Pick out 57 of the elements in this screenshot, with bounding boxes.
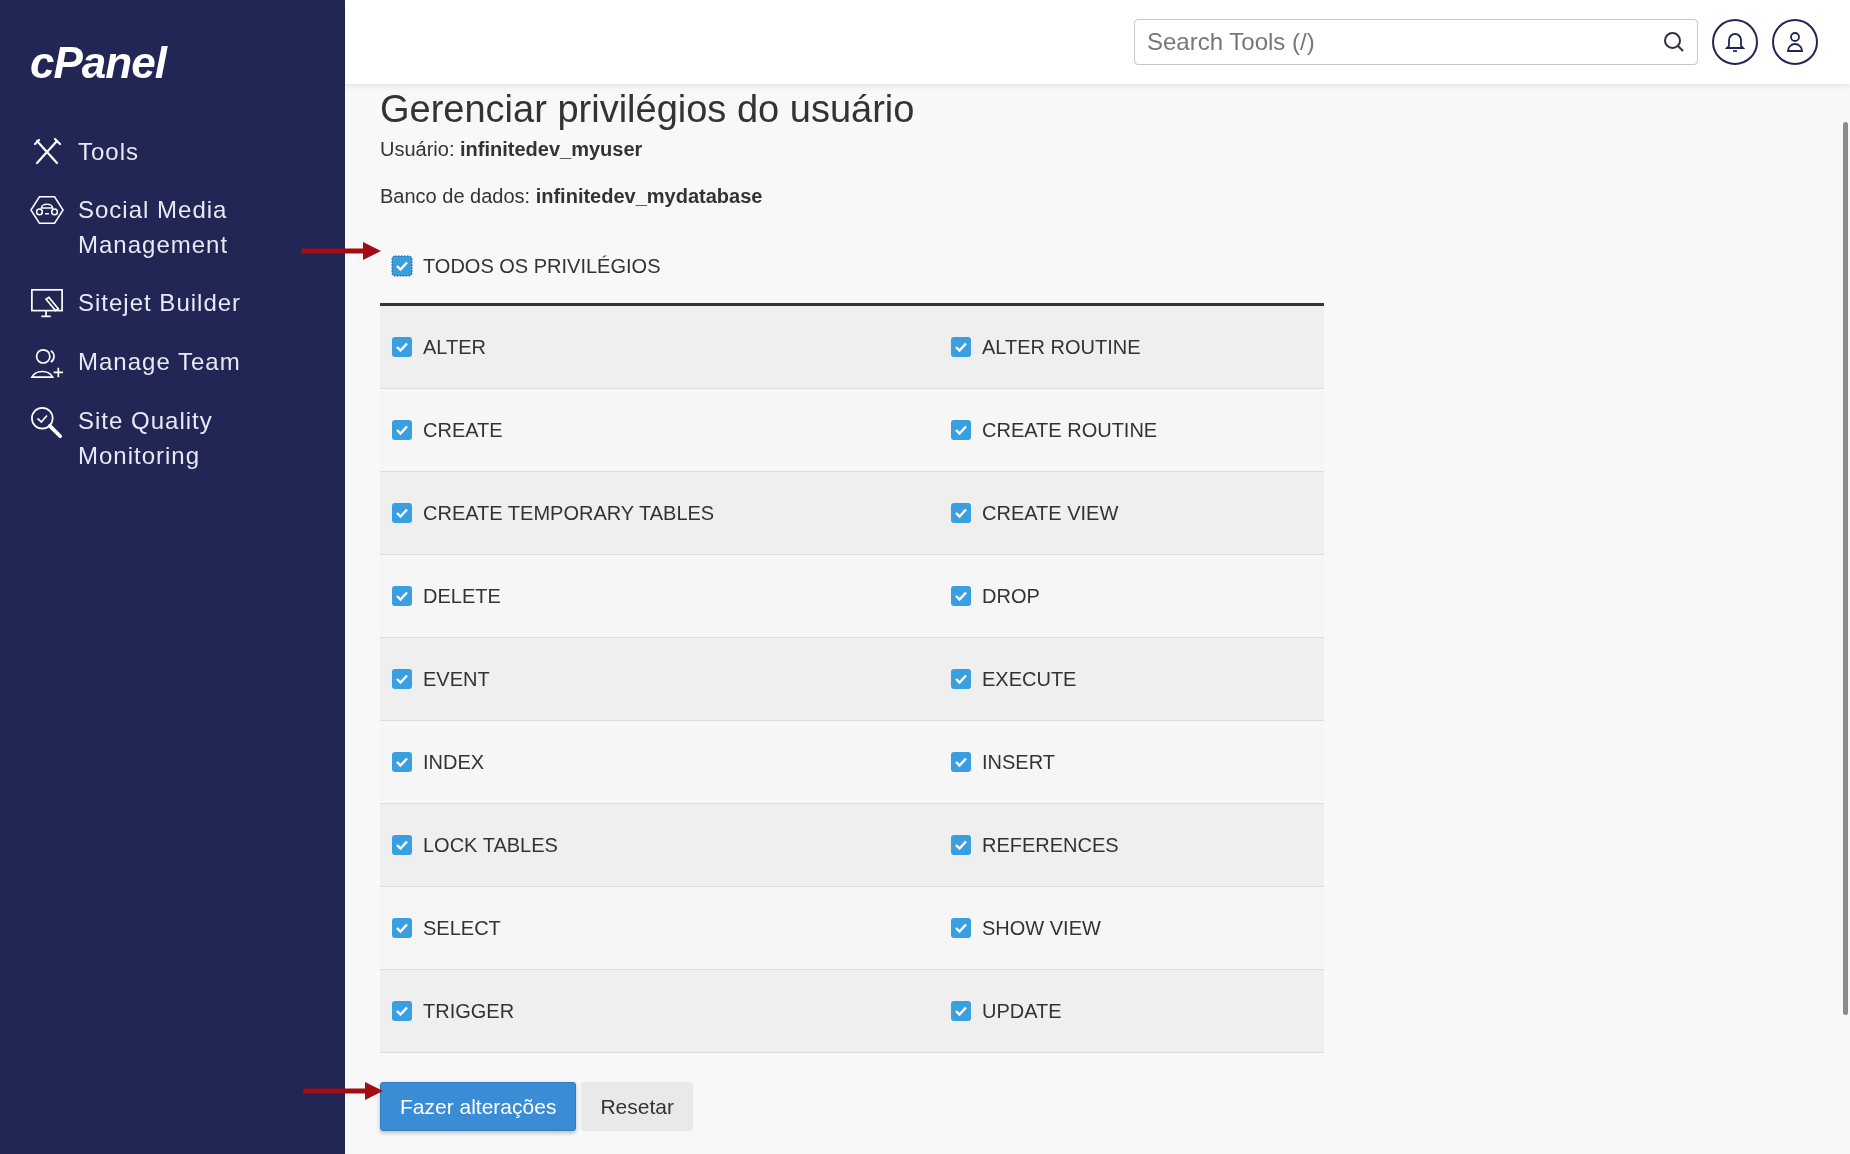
- checkbox-label: DELETE: [423, 584, 501, 609]
- checkbox[interactable]: [950, 419, 972, 441]
- sidebar-item[interactable]: Sitejet Builder: [78, 285, 278, 320]
- team-icon: [30, 346, 64, 380]
- checkbox-label: ALTER: [423, 335, 486, 360]
- submit-button[interactable]: Fazer alterações: [380, 1082, 577, 1131]
- checkbox[interactable]: [950, 751, 972, 773]
- checkbox-label: DROP: [982, 584, 1040, 609]
- checkbox[interactable]: [391, 419, 413, 441]
- checkbox-label: INDEX: [423, 750, 485, 775]
- user-button[interactable]: [1772, 19, 1818, 65]
- checkbox-label: TRIGGER: [423, 999, 515, 1024]
- checkbox[interactable]: [950, 336, 972, 358]
- checkbox-label: LOCK TABLES: [423, 833, 558, 858]
- notifications-button[interactable]: [1712, 19, 1758, 65]
- checkbox-label: REFERENCES: [982, 833, 1119, 858]
- checkbox-label: EVENT: [423, 667, 490, 692]
- checkbox[interactable]: [950, 834, 972, 856]
- checkbox[interactable]: [950, 917, 972, 939]
- checkbox-label: SHOW VIEW: [982, 916, 1101, 941]
- checkbox[interactable]: [391, 585, 413, 607]
- checkbox-label: CREATE VIEW: [982, 501, 1119, 526]
- checkbox[interactable]: [950, 585, 972, 607]
- checkbox-label: INSERT: [982, 750, 1055, 775]
- checkbox-label: CREATE TEMPORARY TABLES: [423, 501, 715, 526]
- search-field[interactable]: Search Tools (/): [1134, 19, 1698, 65]
- checkbox-label: UPDATE: [982, 999, 1062, 1024]
- checkbox[interactable]: [391, 1000, 413, 1022]
- checkbox-label: CREATE ROUTINE: [982, 418, 1158, 443]
- database-line: Banco de dados: infinitedev_mydatabase: [380, 184, 764, 209]
- page-title: Gerenciar privilégios do usuário: [380, 88, 916, 130]
- sidebar-item[interactable]: Site Quality Monitoring: [78, 403, 278, 473]
- checkbox[interactable]: [391, 917, 413, 939]
- sidebar-item[interactable]: Manage Team: [78, 344, 278, 379]
- checkbox[interactable]: [950, 668, 972, 690]
- user-line: Usuário: infinitedev_myuser: [380, 137, 644, 162]
- search-icon: [1662, 30, 1686, 54]
- user-icon: [1786, 31, 1804, 53]
- checkbox[interactable]: [391, 751, 413, 773]
- reset-button[interactable]: Resetar: [581, 1082, 693, 1131]
- logo: cPanel: [30, 38, 169, 88]
- sidebar-item[interactable]: Social Media Management: [78, 192, 278, 262]
- checkbox-label: ALTER ROUTINE: [982, 335, 1141, 360]
- checkbox[interactable]: [391, 834, 413, 856]
- checkbox[interactable]: [391, 336, 413, 358]
- checkbox-label: EXECUTE: [982, 667, 1077, 692]
- checkbox[interactable]: [950, 502, 972, 524]
- checkbox-label: TODOS OS PRIVILÉGIOS: [423, 254, 661, 279]
- checkbox-label: SELECT: [423, 916, 501, 941]
- checkbox-label: CREATE: [423, 418, 503, 443]
- sidebar-item[interactable]: Tools: [78, 134, 278, 169]
- magnifier-check-icon: [30, 405, 64, 441]
- checkbox[interactable]: [391, 255, 413, 277]
- checkbox[interactable]: [391, 502, 413, 524]
- checkbox[interactable]: [391, 668, 413, 690]
- bell-icon: [1725, 31, 1745, 53]
- checkbox[interactable]: [950, 1000, 972, 1022]
